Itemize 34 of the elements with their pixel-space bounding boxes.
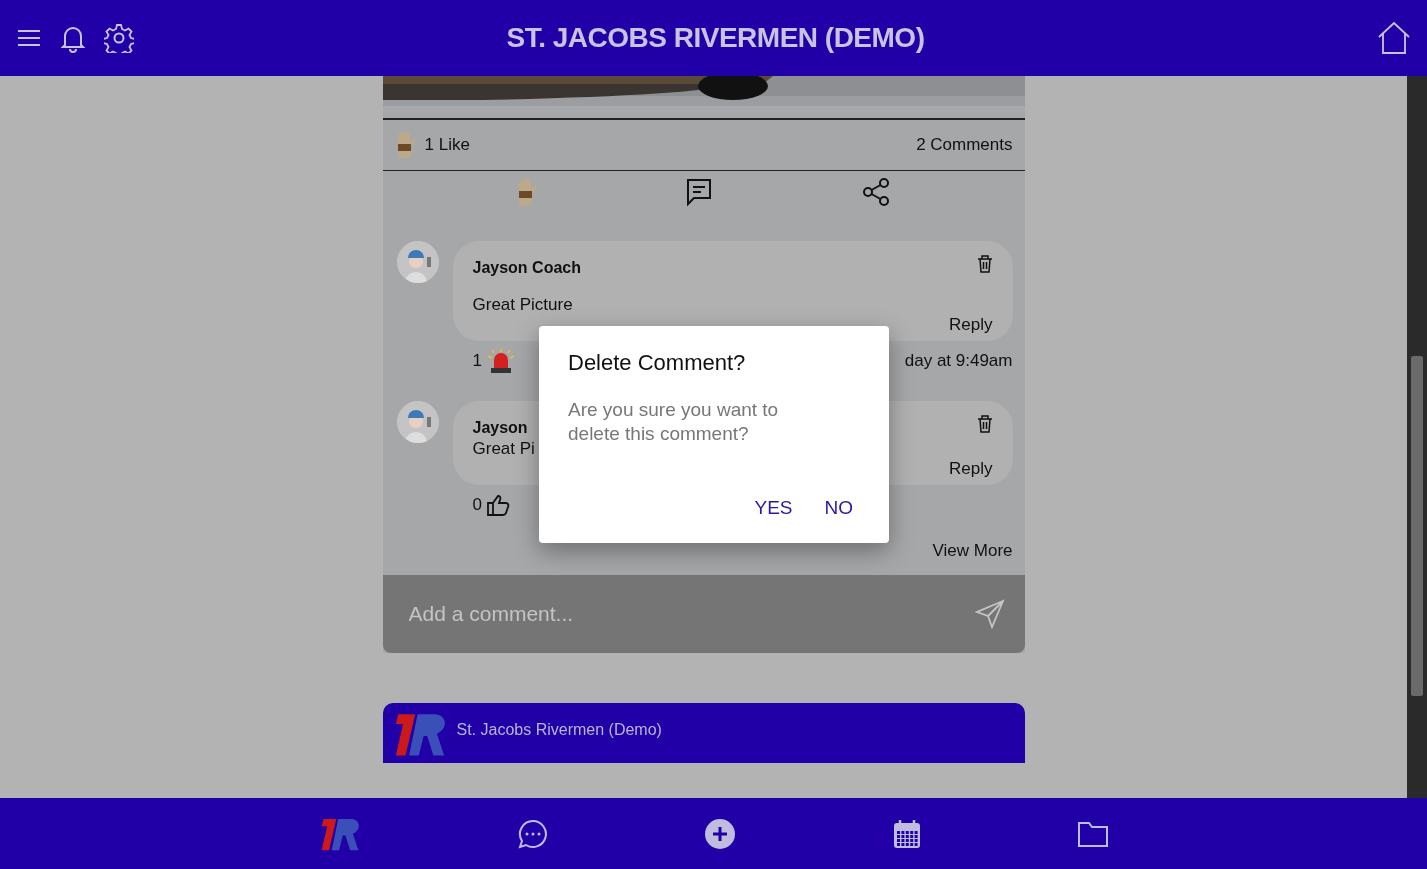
comment-text: Great Picture	[472, 295, 574, 315]
dialog-button[interactable]: NO	[818, 493, 859, 523]
dialog-button[interactable]: YES	[748, 493, 799, 523]
dialog-title: Delete Comment?	[568, 350, 747, 376]
reply-link[interactable]: Reply	[949, 459, 993, 479]
comment-author: Jayson Coach	[472, 259, 581, 277]
reply-link[interactable]: Reply	[949, 315, 993, 335]
menu-icon[interactable]	[16, 28, 42, 48]
comment-author: Jayson	[472, 419, 528, 437]
view-more-link[interactable]: View More	[932, 521, 1025, 575]
comment-bar[interactable]: Add a comment...	[382, 575, 1025, 653]
reaction-count: 1	[472, 351, 482, 371]
siren-icon[interactable]	[485, 348, 516, 374]
comment-field[interactable]: Add a comment...	[406, 601, 975, 627]
team-name: St. Jacobs Rivermen (Demo)	[456, 721, 662, 740]
like-count: 1 Like	[424, 135, 470, 155]
home-icon[interactable]	[1377, 21, 1411, 55]
dialog-message: Are you sure you want to delete this comment?	[568, 398, 780, 446]
scrollbar[interactable]	[1407, 76, 1427, 798]
folder-icon[interactable]	[1077, 819, 1110, 848]
chat-icon[interactable]	[517, 817, 550, 850]
comment-count[interactable]: 2 Comments	[916, 135, 1013, 155]
app-title: ST. JACOBS RIVERMEN (DEMO)	[505, 22, 926, 54]
reaction-count: 0	[472, 495, 482, 515]
comment-time: day at 9:49am	[904, 351, 1013, 371]
add-icon[interactable]	[704, 817, 737, 850]
delete-icon[interactable]	[976, 415, 993, 433]
settings-icon[interactable]	[104, 23, 134, 53]
thumbs-up-icon[interactable]	[485, 494, 510, 516]
comment-text: Great Pi	[472, 439, 536, 459]
delete-icon[interactable]	[976, 255, 993, 273]
calendar-icon[interactable]	[891, 817, 922, 850]
share-icon[interactable]	[861, 177, 892, 207]
send-icon[interactable]	[974, 599, 1005, 629]
